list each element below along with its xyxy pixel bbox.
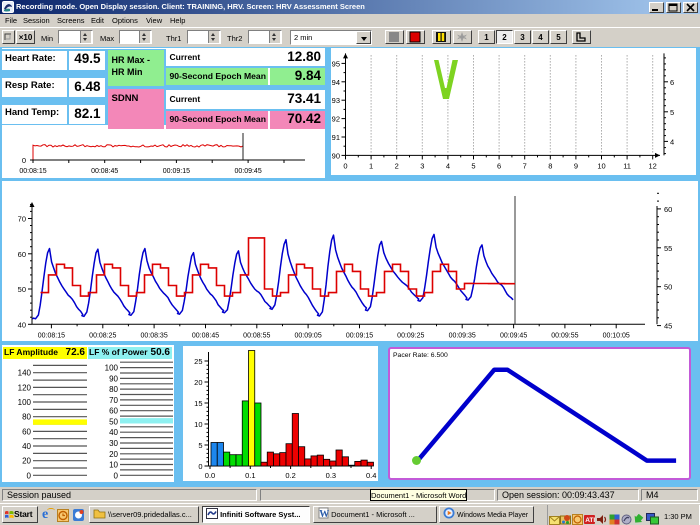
svg-text:0: 0: [22, 156, 26, 165]
svg-text:10: 10: [597, 161, 605, 170]
svg-text:0.4: 0.4: [366, 471, 376, 480]
svg-text:60: 60: [664, 205, 672, 214]
svg-text:90: 90: [332, 151, 340, 160]
svg-text:20: 20: [22, 457, 31, 466]
svg-text:00:08:45: 00:08:45: [91, 168, 118, 175]
svg-text:20: 20: [109, 450, 118, 459]
svg-text:70: 70: [18, 215, 26, 224]
svg-text:00:09:45: 00:09:45: [234, 168, 261, 175]
svg-text:25: 25: [194, 357, 202, 366]
svg-text:9: 9: [574, 161, 578, 170]
svg-text:00:09:55: 00:09:55: [551, 332, 578, 339]
svg-text:120: 120: [18, 383, 32, 392]
svg-text:0.2: 0.2: [285, 471, 295, 480]
svg-text:40: 40: [18, 320, 26, 329]
svg-text:10: 10: [109, 461, 118, 470]
svg-text:6: 6: [670, 78, 674, 87]
svg-text:00:08:55: 00:08:55: [243, 332, 270, 339]
svg-text:15: 15: [194, 399, 202, 408]
svg-text:0.1: 0.1: [245, 471, 255, 480]
svg-text:5: 5: [198, 441, 202, 450]
svg-text:1: 1: [369, 161, 373, 170]
svg-text:6: 6: [497, 161, 501, 170]
svg-text:00:09:15: 00:09:15: [346, 332, 373, 339]
svg-text:0: 0: [343, 161, 347, 170]
svg-text:11: 11: [623, 161, 631, 170]
svg-text:Pacer Rate: 6.500: Pacer Rate: 6.500: [393, 352, 448, 359]
svg-text:70: 70: [109, 396, 118, 405]
svg-text:W: W: [319, 509, 329, 519]
svg-text:93: 93: [332, 96, 340, 105]
svg-text:00:09:35: 00:09:35: [449, 332, 476, 339]
svg-text:60: 60: [109, 407, 118, 416]
svg-text:140: 140: [18, 369, 32, 378]
svg-text:2: 2: [395, 161, 399, 170]
svg-text:4: 4: [446, 161, 450, 170]
svg-text:30: 30: [109, 439, 118, 448]
svg-text:92: 92: [332, 115, 340, 124]
svg-text:12: 12: [649, 161, 657, 170]
svg-text:00:08:15: 00:08:15: [19, 168, 46, 175]
svg-text:00:09:15: 00:09:15: [163, 168, 190, 175]
svg-text:3: 3: [420, 161, 424, 170]
svg-text:50: 50: [109, 418, 118, 427]
svg-text:00:10:05: 00:10:05: [603, 332, 630, 339]
svg-text:0: 0: [114, 471, 119, 480]
svg-text:ATI: ATI: [585, 517, 595, 524]
svg-text:95: 95: [332, 59, 340, 68]
svg-text:0.0: 0.0: [205, 471, 215, 480]
svg-text:0: 0: [27, 471, 32, 480]
svg-text:00:09:25: 00:09:25: [397, 332, 424, 339]
svg-text:00:08:45: 00:08:45: [192, 332, 219, 339]
svg-text:5: 5: [471, 161, 475, 170]
svg-text:90: 90: [109, 374, 118, 383]
svg-text:40: 40: [109, 428, 118, 437]
svg-text:00:09:05: 00:09:05: [294, 332, 321, 339]
svg-text:55: 55: [664, 244, 672, 253]
svg-text:50: 50: [664, 283, 672, 292]
svg-text:45: 45: [664, 322, 672, 331]
svg-text:7: 7: [523, 161, 527, 170]
svg-text:50: 50: [18, 285, 26, 294]
svg-text:10: 10: [194, 420, 202, 429]
svg-text:5: 5: [670, 108, 674, 117]
svg-text:00:09:45: 00:09:45: [500, 332, 527, 339]
svg-text:00:08:25: 00:08:25: [89, 332, 116, 339]
svg-text:80: 80: [22, 413, 31, 422]
svg-text:00:08:15: 00:08:15: [38, 332, 65, 339]
svg-text:0.3: 0.3: [326, 471, 336, 480]
svg-text:100: 100: [105, 364, 119, 373]
svg-text:8: 8: [548, 161, 552, 170]
svg-text:40: 40: [22, 442, 31, 451]
svg-text:00:08:35: 00:08:35: [140, 332, 167, 339]
svg-text:0: 0: [198, 462, 202, 471]
svg-text:100: 100: [18, 398, 32, 407]
svg-text:4: 4: [670, 137, 674, 146]
svg-text:60: 60: [22, 427, 31, 436]
svg-text:91: 91: [332, 133, 340, 142]
svg-text:60: 60: [18, 250, 26, 259]
svg-text:80: 80: [109, 385, 118, 394]
svg-text:20: 20: [194, 378, 202, 387]
svg-text:94: 94: [332, 78, 340, 87]
